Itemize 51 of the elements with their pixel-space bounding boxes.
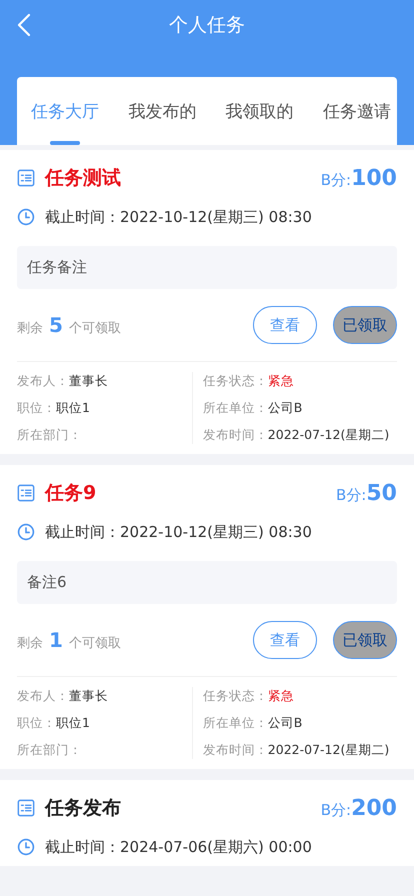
points: B分:50 xyxy=(336,480,397,506)
task-title: 任务9 xyxy=(45,481,98,506)
field-value: 董事长 xyxy=(69,372,108,390)
checklist-icon xyxy=(17,169,35,187)
tab[interactable]: 任务大厅 xyxy=(31,77,99,145)
field-value: 紧急 xyxy=(268,372,294,390)
view-button[interactable]: 查看 xyxy=(253,621,317,659)
points: B分:200 xyxy=(320,796,397,820)
deadline-text: 截止时间：2024-07-06(星期六) 00:00 xyxy=(45,838,312,856)
task-note: 备注6 xyxy=(17,561,397,604)
field-value: 2022-07-12(星期二) xyxy=(268,742,390,758)
field-label: 任务状态： xyxy=(202,688,268,704)
field-label: 发布人： xyxy=(17,372,69,390)
task-title: 任务发布 xyxy=(45,796,122,821)
task-note: 任务备注 xyxy=(17,246,397,289)
clock-icon xyxy=(17,838,35,856)
deadline-text: 截止时间：2022-10-12(星期三) 08:30 xyxy=(45,522,312,542)
claim-button[interactable]: 已领取 xyxy=(333,621,397,659)
field-value: 职位1 xyxy=(56,400,90,416)
field-label: 发布人： xyxy=(17,688,69,704)
field-value: 公司B xyxy=(268,400,302,416)
remaining-text: 剩余 5 个可领取 xyxy=(17,313,122,337)
back-icon[interactable] xyxy=(17,13,31,37)
field-value: 2022-07-12(星期二) xyxy=(268,426,390,444)
field-value: 职位1 xyxy=(56,714,90,732)
clock-icon xyxy=(17,523,35,541)
remaining-text: 剩余 1 个可领取 xyxy=(17,628,122,652)
field-label: 所在单位： xyxy=(202,714,268,732)
tab[interactable]: 我发布的 xyxy=(128,77,196,145)
field-label: 所在部门： xyxy=(17,742,82,758)
field-value: 公司B xyxy=(268,714,302,732)
tab[interactable]: 任务邀请 xyxy=(322,77,391,145)
field-label: 所在单位： xyxy=(202,400,268,416)
page-title: 个人任务 xyxy=(169,13,245,38)
view-button[interactable]: 查看 xyxy=(253,306,317,344)
field-label: 所在部门： xyxy=(17,426,82,444)
field-label: 发布时间： xyxy=(202,426,268,444)
tab[interactable]: 我领取的 xyxy=(226,77,294,145)
field-value: 紧急 xyxy=(268,688,294,704)
task-title: 任务测试 xyxy=(45,166,122,191)
checklist-icon xyxy=(17,484,35,502)
checklist-icon xyxy=(17,799,35,817)
points: B分:100 xyxy=(320,166,397,190)
claim-button[interactable]: 已领取 xyxy=(333,306,397,344)
field-label: 任务状态： xyxy=(202,372,268,390)
clock-icon xyxy=(17,208,35,226)
deadline-text: 截止时间：2022-10-12(星期三) 08:30 xyxy=(45,208,312,226)
field-label: 发布时间： xyxy=(202,742,268,758)
field-value: 董事长 xyxy=(69,688,108,704)
field-label: 职位： xyxy=(17,400,56,416)
field-label: 职位： xyxy=(17,714,56,732)
